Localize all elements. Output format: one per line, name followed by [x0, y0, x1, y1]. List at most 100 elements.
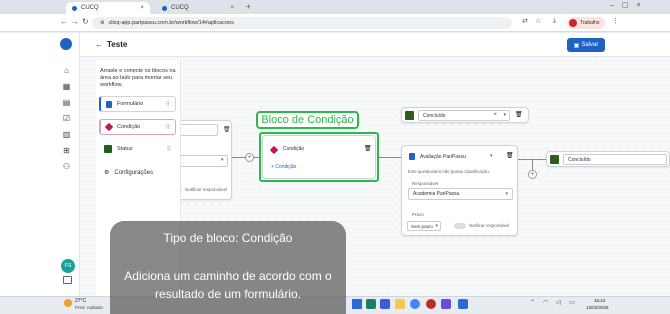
volume-icon[interactable]: ◁ [556, 299, 561, 306]
calendar-icon[interactable]: ▦ [62, 82, 71, 91]
avatar[interactable]: FS [61, 259, 75, 273]
status-select[interactable]: Concluído × ▾ [418, 110, 510, 121]
evaluation-node[interactable]: Avaliação PariPassu ▾ 🗑 Este questionári… [401, 145, 518, 236]
responsible-label: Responsável [412, 181, 439, 186]
highlight-frame [259, 132, 379, 182]
settings-label: Configurações [114, 169, 154, 176]
close-tab-icon[interactable]: × [140, 5, 144, 11]
tab-favicon-icon [162, 5, 167, 11]
connector [518, 159, 548, 160]
warning-text: Este questionário não possui classificaç… [408, 169, 490, 174]
folder-icon[interactable] [395, 299, 405, 309]
outlook-icon[interactable] [458, 299, 468, 309]
clock-time: 16:24 [594, 298, 606, 303]
home-icon[interactable]: ⌂ [62, 66, 71, 75]
add-connector-button[interactable]: + [245, 153, 254, 162]
delete-icon[interactable]: 🗑 [515, 111, 523, 118]
panel-instructions: Arraste e conecte os blocos na área ao l… [100, 68, 176, 88]
notify-label: Notificar responsável [185, 187, 228, 192]
gift-icon[interactable] [63, 276, 72, 284]
back-icon[interactable]: ← [60, 17, 68, 26]
battery-icon[interactable]: ▭ [569, 299, 575, 306]
form-icon [106, 100, 112, 108]
connector [379, 157, 401, 158]
block-label: Status [117, 146, 133, 152]
checklist-icon[interactable]: ☑ [62, 114, 71, 123]
menu-icon[interactable]: ⋮ [612, 17, 619, 25]
start-icon[interactable] [352, 299, 362, 309]
taskbar-app-icon[interactable] [380, 299, 390, 309]
save-icon: ▣ [573, 42, 580, 49]
caption-overlay: Tipo de bloco: Condição Adiciona um cami… [110, 221, 346, 314]
app-logo[interactable] [60, 38, 72, 50]
close-icon[interactable]: × [493, 112, 497, 118]
status-value: Concluído [423, 113, 446, 119]
drag-handle-icon[interactable]: ⠿ [166, 101, 170, 108]
chevron-down-icon[interactable]: ▾ [490, 153, 493, 159]
url-text: clicq-app.paripassu.com.br/workflow/14#a… [108, 20, 234, 26]
close-tab-icon[interactable]: × [230, 5, 234, 11]
deadline-select[interactable]: Sem prazo ▾ [407, 221, 441, 231]
forward-icon[interactable]: → [71, 17, 79, 26]
save-label: Salvar [581, 42, 599, 48]
settings-item[interactable]: ⚙ Configurações [104, 169, 154, 177]
responsible-select[interactable]: Academia PariPassu ▾ [408, 188, 513, 200]
document-icon[interactable]: ▤ [62, 98, 71, 107]
status-square-icon [405, 111, 414, 120]
download-icon[interactable]: ⤓ [553, 17, 556, 25]
url-bar[interactable]: ⚙ clicq-app.paripassu.com.br/workflow/14… [92, 17, 512, 29]
tab-label: CUCQ [171, 5, 189, 11]
delete-icon[interactable]: 🗑 [506, 152, 514, 159]
status-node[interactable]: Concluído × ▾ 🗑 [401, 107, 529, 123]
status-select[interactable]: Concluído [563, 154, 667, 165]
add-connector-button[interactable]: + [528, 170, 537, 179]
window-controls[interactable]: –▢× [610, 1, 649, 9]
status-value: Concluído [568, 157, 591, 163]
weather-icon[interactable] [64, 299, 72, 307]
browser-tab[interactable]: CUCQ × [156, 2, 240, 14]
bookmark-icon[interactable]: ☆ [535, 17, 541, 25]
status-square-icon [550, 155, 559, 164]
profile-avatar [569, 19, 577, 27]
browser-tab-active[interactable]: CUCQ × [66, 2, 150, 14]
form-icon [409, 153, 415, 160]
system-tray-icon[interactable]: ⌃ [530, 299, 535, 306]
status-node[interactable]: Concluído [546, 151, 670, 167]
highlight-label: Bloco de Condição [256, 111, 359, 129]
site-info-icon: ⚙ [100, 20, 105, 26]
reload-icon[interactable]: ↻ [82, 17, 89, 26]
hierarchy-icon[interactable]: ⊞ [62, 146, 71, 155]
weather-temp: 27°C [75, 298, 87, 304]
save-button[interactable]: ▣ Salvar [567, 38, 605, 52]
weather-desc: Pred. nublado [75, 305, 104, 310]
evaluation-title: Avaliação PariPassu [420, 154, 466, 160]
drag-handle-icon[interactable]: ⠿ [166, 124, 170, 131]
profile-chip[interactable]: Trabalho [567, 17, 605, 29]
deadline-label: Prazo [412, 212, 424, 217]
responsible-select[interactable] [173, 155, 228, 167]
chevron-down-icon: ▾ [221, 157, 224, 163]
drag-handle-icon[interactable]: ⠿ [167, 146, 171, 153]
deadline-value: Sem prazo [411, 224, 433, 229]
diamond-icon [104, 122, 114, 132]
back-arrow-icon[interactable]: ← [95, 40, 103, 49]
block-label: Condição [117, 124, 141, 130]
wifi-icon[interactable]: ◠ [543, 299, 548, 306]
teams-icon[interactable] [441, 299, 451, 309]
new-tab-icon[interactable]: + [246, 2, 251, 11]
users-icon[interactable]: ⚇ [62, 162, 71, 171]
taskbar-app-icon[interactable] [366, 299, 376, 309]
profile-label: Trabalho [580, 20, 600, 26]
block-status[interactable]: Status ⠿ [99, 141, 176, 157]
chrome-icon[interactable] [410, 299, 420, 309]
caption-title: Tipo de bloco: Condição [163, 231, 293, 245]
translate-icon[interactable]: ⇄ [522, 17, 528, 25]
notify-toggle[interactable] [454, 223, 466, 229]
delete-icon[interactable]: 🗑 [223, 126, 231, 133]
report-icon[interactable]: ▥ [62, 130, 71, 139]
block-condicao[interactable]: Condição ⠿ [99, 119, 176, 135]
tab-label: CUCQ [81, 5, 99, 11]
block-formulario[interactable]: Formulário ⠿ [99, 96, 176, 112]
taskbar-app-icon[interactable] [426, 299, 436, 309]
status-square-icon [104, 145, 112, 153]
